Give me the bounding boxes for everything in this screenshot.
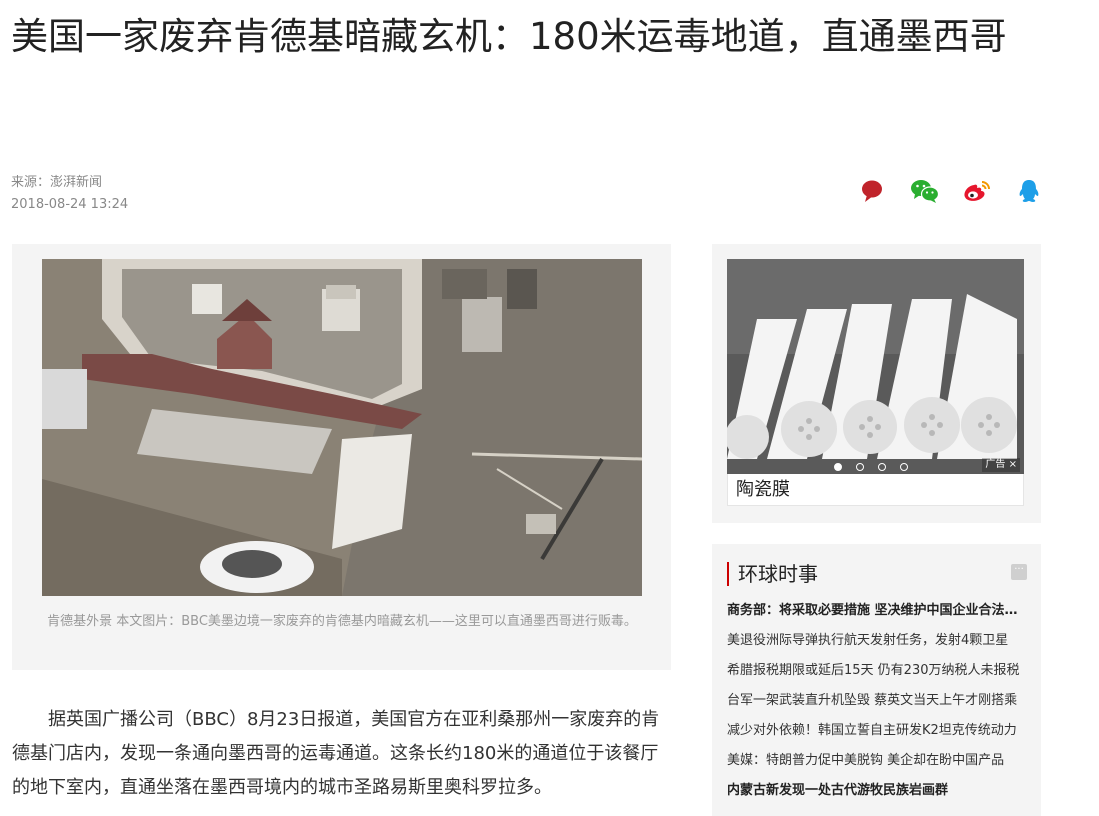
ad-close-icon[interactable]: × <box>1009 459 1017 470</box>
comment-icon[interactable] <box>858 178 888 204</box>
news-list: 商务部：将采取必要措施 坚决维护中国企业合法权益 美退役洲际导弹执行航天发射任务… <box>727 596 1027 806</box>
article-meta: 来源：澎湃新闻 2018-08-24 13:24 <box>11 172 128 216</box>
article-figure: 肯德基外景 本文图片：BBC美墨边境一家废弃的肯德基内暗藏玄机——这里可以直通墨… <box>12 244 671 670</box>
article-body: 据英国广播公司（BBC）8月23日报道，美国官方在亚利桑那州一家废弃的肯德基门店… <box>12 709 660 798</box>
wechat-icon[interactable] <box>910 178 940 204</box>
ad-label[interactable]: 陶瓷膜 <box>727 474 1024 506</box>
sidebar-title: 环球时事 <box>727 562 818 586</box>
article-title: 美国一家废弃肯德基暗藏玄机：180米运毒地道，直通墨西哥 <box>11 15 1007 58</box>
weibo-icon[interactable] <box>962 178 992 204</box>
more-icon[interactable]: ··· <box>1011 564 1027 580</box>
news-item[interactable]: 内蒙古新发现一处古代游牧民族岩画群 <box>727 776 1027 806</box>
share-bar <box>858 178 1044 204</box>
qq-icon[interactable] <box>1014 178 1044 204</box>
news-item[interactable]: 希腊报税期限或延后15天 仍有230万纳税人未报税 <box>727 656 1027 686</box>
news-item[interactable]: 减少对外依赖！韩国立誓自主研发K2坦克传统动力 <box>727 716 1027 746</box>
article-source: 来源：澎湃新闻 <box>11 175 103 190</box>
carousel-dot[interactable] <box>856 463 864 471</box>
ad-image[interactable]: 广告 × <box>727 259 1024 474</box>
ad-tag-label: 广告 <box>985 459 1006 470</box>
news-item[interactable]: 美退役洲际导弹执行航天发射任务，发射4颗卫星 <box>727 626 1027 656</box>
news-item[interactable]: 商务部：将采取必要措施 坚决维护中国企业合法权益 <box>727 596 1027 626</box>
carousel-dot[interactable] <box>900 463 908 471</box>
image-caption: 肯德基外景 本文图片：BBC美墨边境一家废弃的肯德基内暗藏玄机——这里可以直通墨… <box>47 614 637 629</box>
carousel-dot[interactable] <box>834 463 842 471</box>
article-datetime: 2018-08-24 13:24 <box>11 197 129 212</box>
ad-box: 广告 × 陶瓷膜 <box>712 244 1041 523</box>
carousel-dots <box>834 463 908 471</box>
news-item[interactable]: 台军一架武装直升机坠毁 蔡英文当天上午才刚搭乘 <box>727 686 1027 716</box>
article-photo <box>42 259 642 596</box>
news-item[interactable]: 美媒：特朗普力促中美脱钩 美企却在盼中国产品 <box>727 746 1027 776</box>
ad-tag[interactable]: 广告 × <box>982 458 1020 472</box>
carousel-dot[interactable] <box>878 463 886 471</box>
sidebar-news: 环球时事 ··· 商务部：将采取必要措施 坚决维护中国企业合法权益 美退役洲际导… <box>712 544 1041 816</box>
